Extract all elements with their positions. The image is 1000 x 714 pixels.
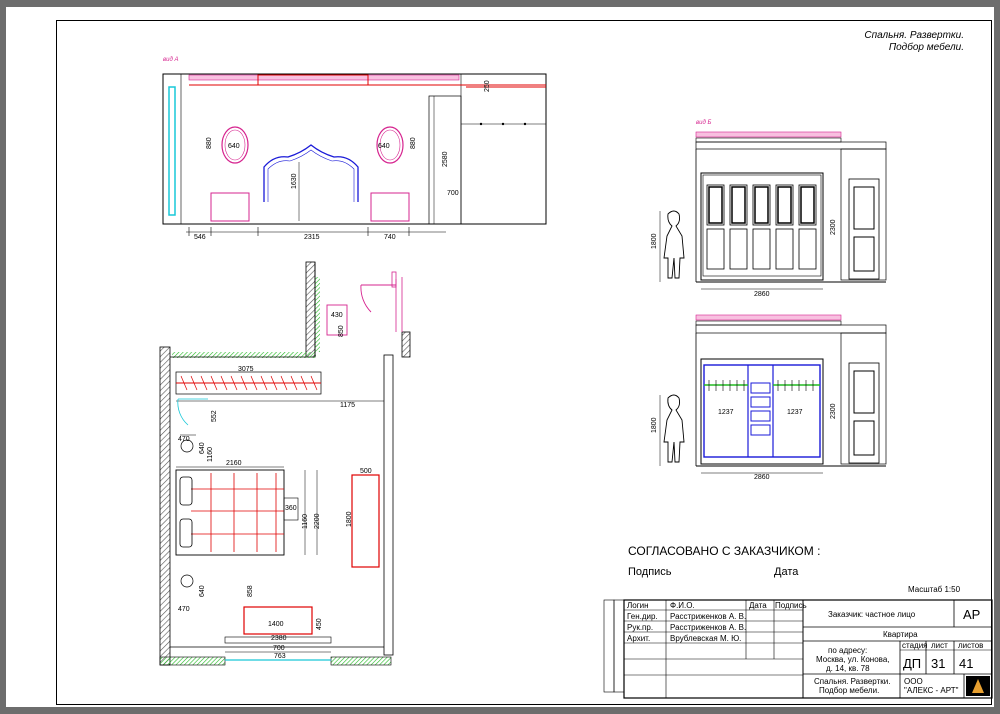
dim-250: 250: [484, 80, 491, 92]
dim-inner-2: 1237: [787, 409, 803, 416]
dim-1160-top: 1160: [207, 447, 214, 462]
view-a-label: вид А: [163, 57, 178, 63]
dim-763: 763: [274, 653, 286, 660]
tb-hdr-date: Дата: [749, 601, 767, 610]
dim-person-b2: 1800: [651, 417, 658, 433]
dim-mirror-h-left: 880: [206, 137, 213, 149]
tb-address-1: по адресу:: [828, 646, 867, 655]
approval-date: Дата: [774, 566, 799, 578]
sheet-title-line2: Подбор мебели.: [889, 41, 964, 53]
tb-row1-role: Ген.дир.: [627, 612, 658, 621]
dim-450: 450: [316, 618, 323, 630]
dim-2315: 2315: [304, 234, 320, 241]
tb-sheet: 31: [931, 656, 945, 671]
tb-hdr-fio: Ф.И.О.: [670, 601, 695, 610]
dim-wardrobe-h-b1: 2300: [830, 219, 837, 235]
dim-700-bottom: 700: [273, 645, 285, 652]
tb-drawing-name-2: Подбор мебели.: [819, 686, 879, 695]
dim-640-bottom: 640: [199, 585, 206, 597]
dim-2200: 2200: [314, 513, 321, 529]
elevation-a: вид А 880 640 640 880 1630 2580 700 250 …: [162, 57, 547, 241]
dim-person-b1: 1800: [651, 233, 658, 249]
tb-drawing-name-1: Спальня. Развертки.: [814, 677, 890, 686]
dim-mirror-w-right: 640: [378, 143, 390, 150]
dim-1175: 1175: [340, 402, 355, 409]
dim-inner-1: 1237: [718, 409, 734, 416]
tb-sheets: 41: [959, 656, 973, 671]
dim-wardrobe-h-b2: 2300: [830, 403, 837, 419]
dim-360: 360: [285, 505, 297, 512]
dim-2580: 2580: [442, 151, 449, 167]
dim-470-top: 470: [178, 436, 190, 443]
dim-bed-h: 1630: [291, 173, 298, 189]
dim-1160: 1160: [302, 514, 309, 529]
tb-object: Квартира: [883, 630, 918, 639]
tb-customer: Заказчик: частное лицо: [828, 610, 916, 619]
approval-signature: Подпись: [628, 566, 672, 578]
dim-740: 740: [384, 234, 396, 241]
dim-1400: 1400: [268, 621, 284, 628]
tb-row3-role: Архит.: [627, 634, 650, 643]
dim-430: 430: [331, 312, 343, 319]
dim-640-top: 640: [199, 442, 206, 454]
dim-3075: 3075: [238, 366, 254, 373]
tb-stage-code: АР: [963, 607, 980, 622]
tb-hdr-sign: Подпись: [775, 601, 807, 610]
tb-sheet-label: лист: [931, 641, 948, 650]
dim-2160: 2160: [226, 460, 242, 467]
tb-sheets-label: листов: [958, 641, 983, 650]
dim-2380: 2380: [271, 635, 287, 642]
approval-heading: СОГЛАСОВАНО С ЗАКАЗЧИКОМ :: [628, 544, 820, 558]
scale-label: Масштаб 1:50: [908, 585, 961, 594]
dim-wardrobe-w-b2: 2860: [754, 474, 770, 481]
company-logo-icon: [966, 676, 990, 696]
title-block-text: Логин Ф.И.О. Дата Подпись Ген.дир. Расст…: [627, 601, 983, 695]
dim-858: 858: [247, 585, 254, 597]
dim-mirror-h-right: 880: [410, 137, 417, 149]
tb-row2-name: Расстриженков А. В.: [670, 623, 746, 632]
dim-546: 546: [194, 234, 206, 241]
dim-700: 700: [447, 190, 459, 197]
floor-plan: 430 850 3075 1175 552 470 640 1160 2160 …: [159, 261, 411, 666]
view-b-label: вид Б: [696, 120, 711, 126]
dim-470-bottom: 470: [178, 606, 190, 613]
elevation-b-open: 1237 1237 1800 2300 2860: [651, 314, 887, 481]
tb-row3-name: Врублевская М. Ю.: [670, 634, 741, 643]
dim-1800: 1800: [346, 511, 353, 527]
dim-wardrobe-w-b1: 2860: [754, 291, 770, 298]
elevation-b-closed: вид Б 1800 2300 2860: [651, 120, 887, 298]
tb-address-2: Москва, ул. Конова,: [816, 655, 890, 664]
dim-500: 500: [360, 468, 372, 475]
drawing-canvas: Спальня. Развертки. Подбор мебели. вид А: [159, 30, 993, 699]
dim-850: 850: [338, 325, 345, 337]
tb-stage: ДП: [903, 656, 921, 671]
sheet-title-line1: Спальня. Развертки.: [864, 30, 964, 41]
tb-row2-role: Рук.пр.: [627, 623, 653, 632]
tb-hdr-role: Логин: [627, 601, 649, 610]
tb-company-2: "АЛЕКС - АРТ": [904, 686, 959, 695]
dim-mirror-w-left: 640: [228, 143, 240, 150]
tb-company-1: ООО: [904, 677, 923, 686]
tb-address-3: д. 14, кв. 78: [826, 664, 870, 673]
tb-row1-name: Расстриженков А. В.: [670, 612, 746, 621]
drawing-sheet: Спальня. Развертки. Подбор мебели. вид А: [6, 7, 994, 707]
tb-stage-label: стадия: [902, 641, 928, 650]
dim-552: 552: [211, 410, 218, 422]
